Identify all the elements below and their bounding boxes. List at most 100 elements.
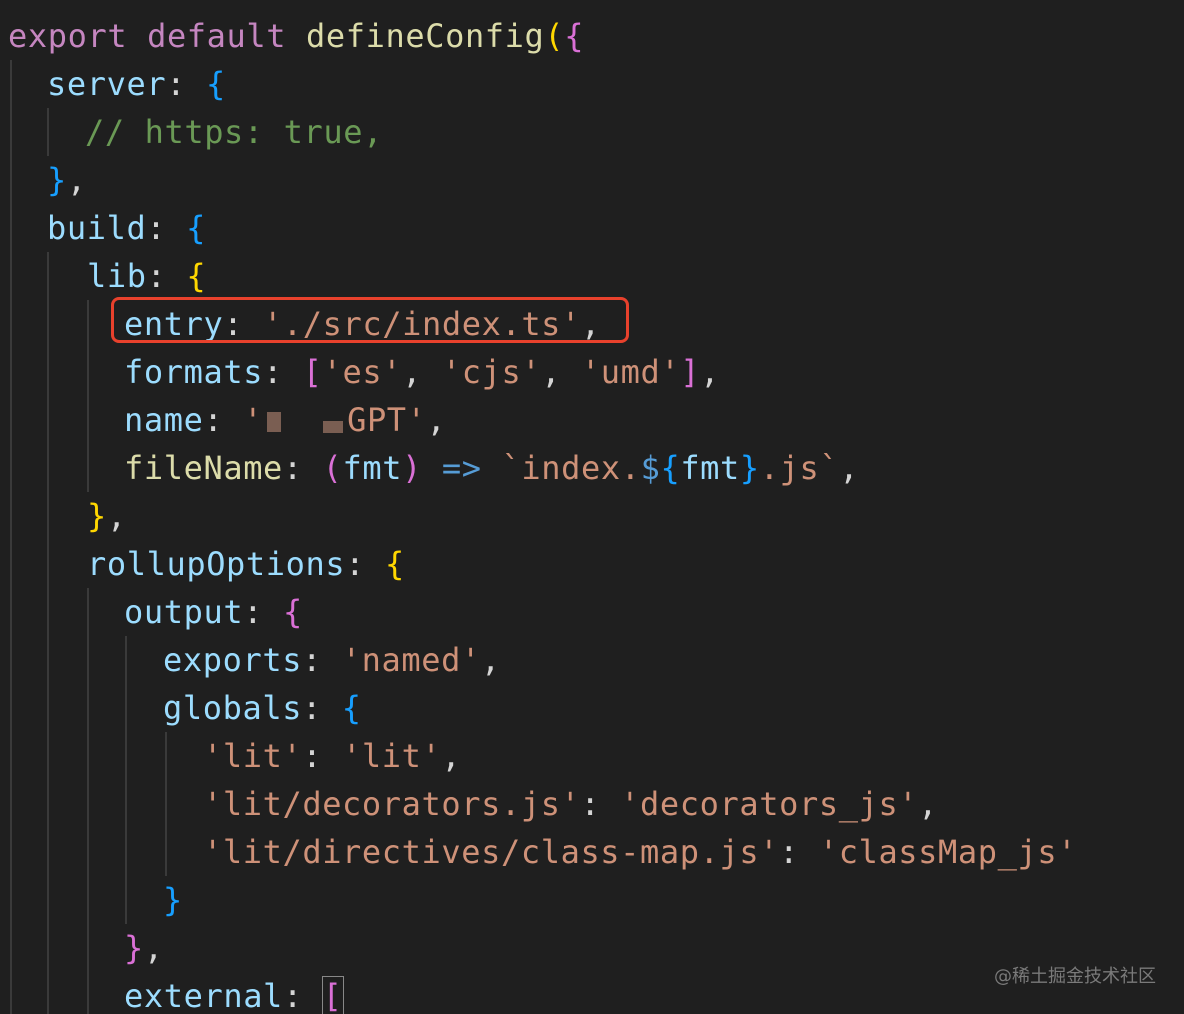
colon: : [302, 737, 343, 775]
string-value: 'cjs' [441, 353, 542, 391]
code-line-8[interactable]: formats: ['es', 'cjs', 'umd'], [124, 348, 720, 396]
code-line-1[interactable]: export default defineConfig({ [8, 12, 584, 60]
paren-close: ) [402, 449, 423, 487]
code-line-4[interactable]: }, [47, 156, 87, 204]
paren-open: ( [544, 17, 565, 55]
comma: , [106, 497, 127, 535]
indent-guide [165, 732, 167, 876]
property-key: output [124, 593, 244, 631]
colon: : [282, 977, 323, 1014]
property-key: exports [163, 641, 303, 679]
code-line-14[interactable]: exports: 'named', [163, 636, 501, 684]
string-key: 'lit' [203, 737, 303, 775]
comment: // https: true, [85, 113, 383, 151]
bracket-close: ] [680, 353, 701, 391]
code-line-11[interactable]: }, [87, 492, 127, 540]
property-key: formats [124, 353, 264, 391]
string-value: GPT' [347, 401, 427, 439]
bracket-open: [ [302, 353, 323, 391]
code-line-9[interactable]: name: ' GPT', [124, 396, 446, 444]
keyword-export: export [8, 17, 128, 55]
string-key: 'lit/directives/class-map.js' [203, 833, 780, 871]
code-line-15[interactable]: globals: { [163, 684, 362, 732]
comma: , [426, 401, 447, 439]
code-line-19[interactable]: } [163, 876, 183, 924]
code-editor[interactable]: export default defineConfig({ server: { … [0, 0, 1184, 1014]
property-key: rollupOptions [87, 545, 346, 583]
function-name: defineConfig [306, 17, 545, 55]
brace-close: } [87, 497, 107, 535]
interp-var: fmt [680, 449, 740, 487]
colon: : [580, 785, 621, 823]
code-line-3[interactable]: // https: true, [85, 108, 383, 156]
redaction-mark [323, 421, 344, 433]
property-key: server [47, 65, 167, 103]
indent-guide [47, 108, 49, 156]
bracket-open: [ [321, 976, 344, 1014]
code-line-10[interactable]: fileName: (fmt) => `index.${fmt}.js`, [124, 444, 859, 492]
property-key: build [47, 209, 147, 247]
code-line-5[interactable]: build: { [47, 204, 206, 252]
property-key: fileName [124, 449, 283, 487]
param: fmt [342, 449, 403, 487]
keyword-default: default [147, 17, 287, 55]
comma: , [66, 161, 87, 199]
property-key: globals [163, 689, 303, 727]
brace-open: { [205, 65, 226, 103]
string-value: 'lit' [342, 737, 442, 775]
string-value: 'umd' [580, 353, 681, 391]
brace-close: } [163, 881, 183, 919]
comma: , [839, 449, 860, 487]
comma: , [918, 785, 939, 823]
property-key: lib [87, 257, 147, 295]
brace-open: { [564, 17, 585, 55]
arrow: => [422, 449, 502, 487]
colon: : [203, 401, 244, 439]
colon: : [146, 257, 187, 295]
code-line-16[interactable]: 'lit': 'lit', [203, 732, 461, 780]
template-start: `index. [501, 449, 641, 487]
brace-open: { [186, 209, 206, 247]
string-value: 'classMap_js' [818, 833, 1078, 871]
code-line-13[interactable]: output: { [124, 588, 303, 636]
interp-open: { [660, 449, 681, 487]
brace-open: { [186, 257, 207, 295]
string-value: 'decorators_js' [620, 785, 919, 823]
code-line-6[interactable]: lib: { [87, 252, 206, 300]
property-key: name [124, 401, 204, 439]
colon: : [263, 353, 303, 391]
colon: : [345, 545, 385, 583]
brace-close: } [124, 929, 144, 967]
string-value: 'named' [341, 641, 481, 679]
string-quote: ' [243, 401, 264, 439]
colon: : [243, 593, 283, 631]
code-line-12[interactable]: rollupOptions: { [87, 540, 405, 588]
highlight-annotation-box [111, 297, 629, 343]
indent-guide [47, 252, 49, 1014]
brace-open: { [282, 593, 303, 631]
indent-guide [87, 300, 89, 492]
indent-guide [10, 60, 12, 1014]
indent-guide [87, 588, 89, 1014]
comma: , [480, 641, 501, 679]
template-end: .js` [759, 449, 840, 487]
brace-open: { [385, 545, 405, 583]
brace-open: { [341, 689, 362, 727]
template-dollar: $ [640, 449, 661, 487]
code-line-2[interactable]: server: { [47, 60, 226, 108]
code-line-21[interactable]: external: [ [124, 972, 344, 1014]
colon: : [146, 209, 187, 247]
separator: , [402, 353, 442, 391]
redaction-mark [267, 412, 282, 432]
code-line-20[interactable]: }, [124, 924, 164, 972]
colon: : [166, 65, 206, 103]
comma: , [441, 737, 462, 775]
colon: : [302, 641, 342, 679]
comma: , [143, 929, 164, 967]
code-line-18[interactable]: 'lit/directives/class-map.js': 'classMap… [203, 828, 1077, 876]
code-line-17[interactable]: 'lit/decorators.js': 'decorators_js', [203, 780, 938, 828]
comma: , [700, 353, 721, 391]
brace-close: } [47, 161, 67, 199]
colon: : [282, 449, 323, 487]
interp-close: } [739, 449, 760, 487]
